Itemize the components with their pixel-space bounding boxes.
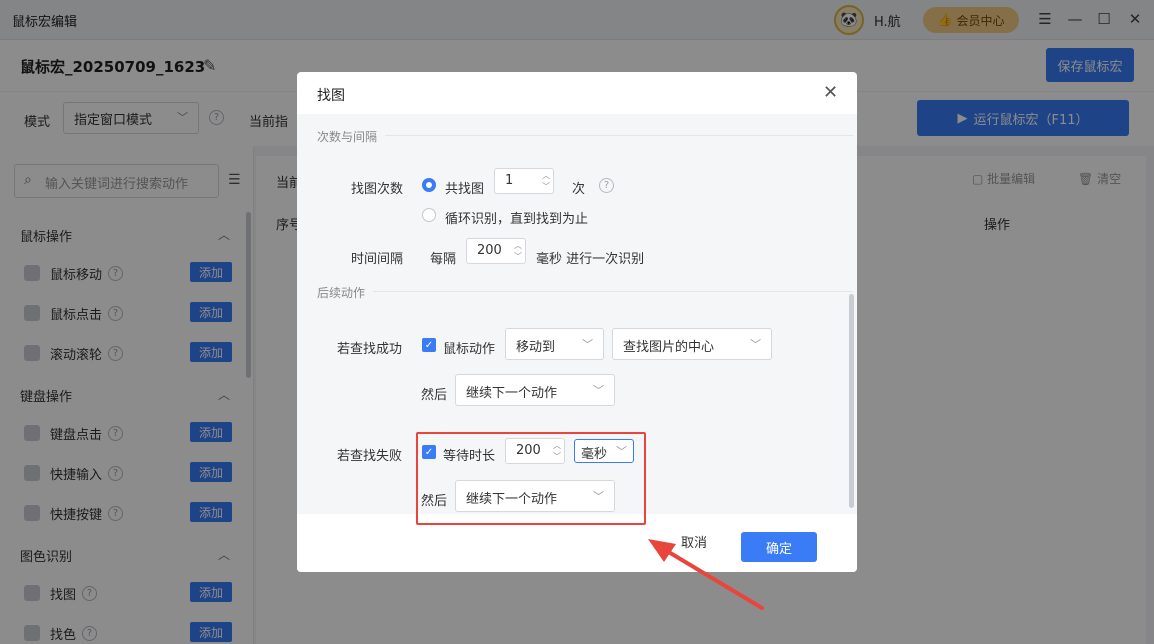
annotation-arrow	[648, 539, 764, 610]
